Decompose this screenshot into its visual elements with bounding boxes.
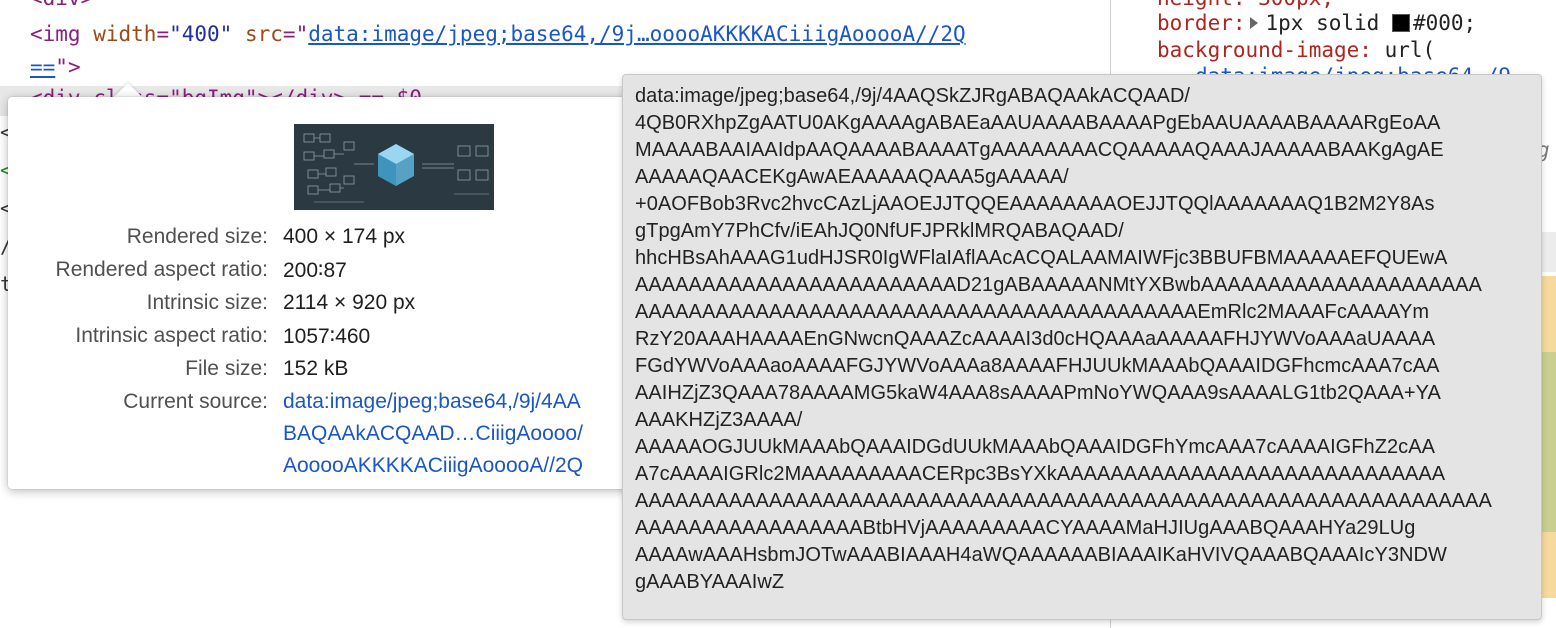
data-url-line: RzY20AAAHAAAAEnGNwcnQAAAZcAAAAI3d0cHQAAA…: [635, 328, 1436, 350]
data-url-line: gAAABYAAAIwZ: [635, 571, 785, 593]
data-url-line: A7cAAAAIGRlc2MAAAAAAAAACERpc3BsYXkAAAAAA…: [635, 463, 1446, 485]
current-source-label: Current source:: [123, 390, 268, 413]
data-url-line: AAAAAAAAAAAAAAAAAAAAAAAAD21gABAAAAANMtYX…: [635, 274, 1482, 296]
border-value: 1px solid: [1265, 11, 1380, 35]
image-thumbnail: [294, 124, 494, 210]
border-color-value: #000;: [1412, 11, 1477, 35]
rendered-aspect-label: Rendered aspect ratio:: [55, 258, 268, 281]
style-height[interactable]: height: 300px;: [1157, 0, 1334, 10]
data-url-line: hhcHBsAhAAAG1udHJSR0IgWFlaIAflAAcACQALAA…: [635, 247, 1448, 269]
img-open-tag: <img: [30, 22, 81, 46]
rendered-size-row: Rendered size: 400 × 174 px: [8, 225, 648, 259]
current-source-line-3[interactable]: AooooAKKKKACiiigAooooA//2Q: [283, 454, 583, 478]
style-border[interactable]: border: 1px solid #000;: [1157, 11, 1476, 35]
data-url-line: AAIHZjZ3QAAA78AAAAMG5kaW4AAA8sAAAAPmNoYW…: [635, 382, 1441, 404]
data-url-line: AAAAAOGJUUkMAAAbQAAAIDGdUUkMAAAbQAAAIDGF…: [635, 436, 1435, 458]
data-url-line: FGdYWVoAAAaoAAAAFGJYWVoAAAa8AAAAFHJUUkMA…: [635, 355, 1440, 377]
rendered-size-label: Rendered size:: [126, 225, 268, 248]
data-url-line: data:image/jpeg;base64,/9j/4AAQSkZJRgABA…: [635, 85, 1191, 107]
data-url-line: AAAAAQAACEKgAwAEAAAAAQAAA5gAAAAA/: [635, 166, 1069, 188]
data-url-line: gTpgAmY7PhCfv/iEAhJQ0NfUFJPRklMRQABAQAAD…: [635, 220, 1124, 242]
current-source-row: Current source: data:image/jpeg;base64,/…: [8, 390, 648, 424]
dom-line-div[interactable]: <div>: [30, 0, 93, 10]
data-url-popover: data:image/jpeg;base64,/9j/4AAQSkZJRgABA…: [622, 74, 1542, 620]
box-model-border: [1540, 352, 1556, 532]
intrinsic-size-row: Intrinsic size: 2114 × 920 px: [8, 291, 648, 325]
border-prop: border:: [1157, 11, 1246, 35]
file-size-row: File size: 152 kB: [8, 357, 648, 391]
data-url-line: AAAKHZjZ3AAAA/: [635, 409, 803, 431]
rendered-aspect-value: 200∶87: [283, 259, 347, 282]
color-swatch-icon[interactable]: [1391, 14, 1410, 32]
rendered-size-value: 400 × 174 px: [283, 225, 406, 248]
data-url-line: +0AOFBob3Rvc2hvcCAzLjAAOEJJTQQEAAAAAAAAO…: [635, 193, 1435, 215]
file-size-value: 152 kB: [283, 357, 349, 380]
style-bg[interactable]: background-image: url(: [1157, 38, 1435, 62]
div-tag: <div>: [30, 0, 93, 10]
intrinsic-size-label: Intrinsic size:: [146, 291, 268, 314]
data-url-line: AAAAAAAAAAAAAAAAAAAAAAAAAAAAAAAAAAAAAAAA…: [635, 301, 1430, 323]
bg-url-fn: url(: [1384, 38, 1436, 62]
data-url-line: MAAAABAAIAAIdpAAQAAAABAAAATgAAAAAAAACQAA…: [635, 139, 1444, 161]
data-url-line: AAAAwAAAHsbmJOTwAAABIAAAH4aWQAAAAAABIAAA…: [635, 544, 1447, 566]
rendered-aspect-row: Rendered aspect ratio: 200∶87: [8, 258, 648, 292]
src-link-tail[interactable]: ==: [30, 55, 55, 79]
intrinsic-aspect-label: Intrinsic aspect ratio:: [75, 324, 268, 347]
intrinsic-size-value: 2114 × 920 px: [283, 291, 416, 314]
box-model-strip: [1540, 232, 1556, 272]
intrinsic-aspect-row: Intrinsic aspect ratio: 1057∶460: [8, 324, 648, 358]
intrinsic-aspect-value: 1057∶460: [283, 325, 371, 348]
data-url-line: 4QB0RXhpZgAATU0AKgAAAAgABAEaAAUAAAABAAAA…: [635, 112, 1441, 134]
image-preview-tooltip: Rendered size: 400 × 174 px Rendered asp…: [8, 97, 648, 489]
bg-prop: background-image:: [1157, 38, 1372, 62]
current-source-link[interactable]: data:image/jpeg;base64,/9j/4AA: [283, 390, 581, 414]
width-attr: width: [93, 22, 157, 46]
src-link[interactable]: data:image/jpeg;base64,/9j…ooooAKKKKACii…: [308, 22, 965, 46]
dom-line-img[interactable]: <img width="400" src="data:image/jpeg;ba…: [30, 22, 966, 46]
data-url-line: AAAAAAAAAAAAAAAAABtbHVjAAAAAAAAACYAAAAMa…: [635, 517, 1416, 539]
src-attr: src: [244, 22, 283, 46]
data-url-line: AAAAAAAAAAAAAAAAAAAAAAAAAAAAAAAAAAAAAAAA…: [635, 490, 1492, 512]
dom-line-img-tail: ==">: [30, 55, 81, 79]
img-close-tag: ">: [55, 55, 81, 79]
file-size-label: File size:: [185, 357, 268, 380]
height-declaration: height: 300px;: [1157, 0, 1334, 10]
expand-triangle-icon[interactable]: [1249, 17, 1258, 29]
current-source-line-2[interactable]: BAQAAkACQAAD…CiiigAoooo/: [283, 422, 583, 446]
width-value: "400": [169, 22, 233, 46]
